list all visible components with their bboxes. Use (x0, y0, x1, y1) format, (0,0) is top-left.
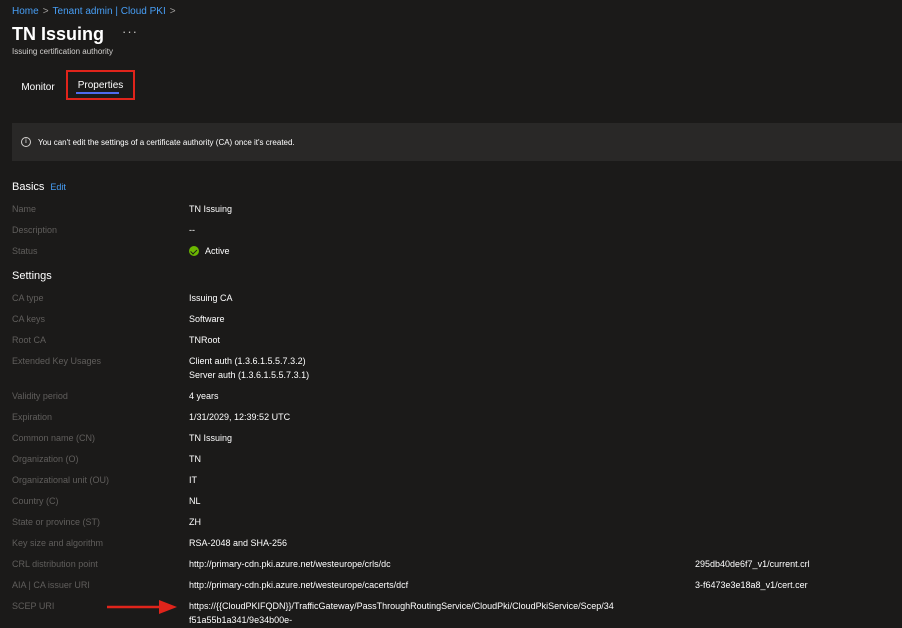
property-label: CA type (12, 293, 44, 303)
status-text: Active (205, 246, 230, 256)
property-value: ZH (189, 517, 201, 527)
chevron-right-icon: > (42, 6, 49, 17)
info-banner-text: You can't edit the settings of a certifi… (38, 137, 295, 147)
property-value-tail[interactable]: 3-f6473e3e18a8_v1/cert.cer (695, 578, 808, 592)
property-label: Common name (CN) (12, 433, 96, 443)
tab-properties-label: Properties (77, 79, 124, 91)
property-value-line-2[interactable]: f51a55b1a341/9e34b00e- (189, 613, 292, 627)
settings-heading: Settings (12, 270, 52, 282)
status-value: Active (189, 244, 230, 258)
more-options-icon[interactable]: ··· (122, 24, 138, 39)
breadcrumb-home[interactable]: Home (12, 6, 39, 17)
property-label: CRL distribution point (12, 559, 98, 569)
chevron-right-icon: > (169, 6, 176, 17)
info-icon: i (21, 137, 31, 147)
property-value[interactable]: http://primary-cdn.pki.azure.net/westeur… (189, 557, 391, 571)
properties-page: Home > Tenant admin | Cloud PKI > TN Iss… (0, 0, 902, 628)
property-label: Root CA (12, 335, 47, 345)
property-label: Description (12, 225, 58, 235)
property-label: Validity period (12, 391, 68, 401)
property-label: CA keys (12, 314, 46, 324)
tab-monitor-label: Monitor (21, 81, 55, 93)
info-banner: i You can't edit the settings of a certi… (12, 123, 902, 161)
red-arrow-annotation-icon (107, 600, 177, 614)
breadcrumb-cloud-pki[interactable]: Tenant admin | Cloud PKI (53, 6, 166, 17)
basics-section-title: Basics Edit (12, 181, 66, 193)
breadcrumb: Home > Tenant admin | Cloud PKI > (12, 6, 176, 17)
property-value[interactable]: http://primary-cdn.pki.azure.net/westeur… (189, 578, 408, 592)
property-label: Organization (O) (12, 454, 79, 464)
property-label: Name (12, 204, 37, 214)
property-value-tail[interactable]: 295db40de6f7_v1/current.crl (695, 557, 810, 571)
tab-properties[interactable]: Properties (66, 70, 135, 100)
property-value: -- (189, 225, 195, 235)
page-title: TN Issuing (12, 24, 105, 44)
property-label: Extended Key Usages (12, 356, 102, 366)
property-label: Expiration (12, 412, 53, 422)
property-value: 1/31/2029, 12:39:52 UTC (189, 412, 291, 422)
property-value: NL (189, 496, 201, 506)
property-value: RSA-2048 and SHA-256 (189, 538, 288, 548)
property-label: Status (12, 246, 38, 256)
property-label: Organizational unit (OU) (12, 475, 110, 485)
property-label: SCEP URI (12, 601, 55, 611)
property-value-line-2: Server auth (1.3.6.1.5.5.7.3.1) (189, 370, 310, 380)
selected-tab-indicator (76, 92, 119, 94)
property-value: 4 years (189, 391, 219, 401)
property-label: AIA | CA issuer URI (12, 580, 90, 590)
property-label: Country (C) (12, 496, 59, 506)
title-row: TN Issuing ··· (12, 24, 138, 45)
tab-monitor[interactable]: Monitor (12, 70, 64, 104)
settings-section-title: Settings (12, 270, 52, 282)
property-value: Client auth (1.3.6.1.5.5.7.3.2) (189, 356, 306, 366)
page-subtitle: Issuing certification authority (12, 47, 113, 56)
edit-basics-link[interactable]: Edit (50, 182, 66, 192)
property-value: Software (189, 314, 225, 324)
property-label: State or province (ST) (12, 517, 101, 527)
property-value[interactable]: https://{{CloudPKIFQDN}}/TrafficGateway/… (189, 599, 614, 613)
property-value: Issuing CA (189, 293, 233, 303)
property-label: Key size and algorithm (12, 538, 104, 548)
property-value: TNRoot (189, 335, 221, 345)
property-value: IT (189, 475, 197, 485)
property-value: TN Issuing (189, 433, 233, 443)
property-value: TN (189, 454, 201, 464)
basics-heading: Basics (12, 181, 45, 193)
check-circle-icon (189, 246, 199, 256)
property-value: TN Issuing (189, 204, 233, 214)
